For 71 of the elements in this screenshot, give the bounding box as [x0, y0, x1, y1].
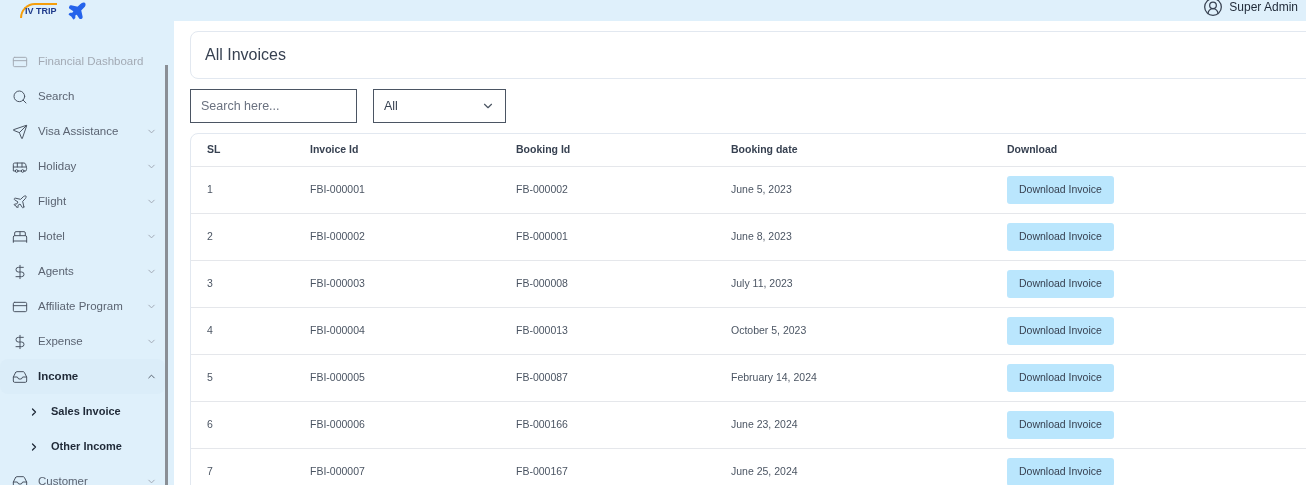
user-avatar-icon[interactable]	[1203, 0, 1224, 17]
table-cell-text: FB-000001	[516, 229, 569, 245]
table-cell-text: FB-000167	[516, 464, 569, 480]
table-cell-text: 4	[207, 323, 214, 339]
download-invoice-button[interactable]: Download Invoice	[1007, 317, 1114, 345]
inbox-icon	[12, 368, 28, 385]
table-cell-text: FB-000008	[516, 276, 569, 292]
table-cell-text: FBI-000003	[310, 276, 366, 292]
download-invoice-button[interactable]: Download Invoice	[1007, 176, 1114, 204]
sidebar-item[interactable]: Income	[0, 359, 165, 394]
table-cell-text: February 14, 2024	[731, 370, 818, 386]
airplane-icon	[12, 193, 28, 210]
table-cell-text: FBI-000002	[310, 229, 366, 245]
table-cell-text: 1	[207, 182, 214, 198]
column-header: Booking date	[731, 142, 799, 158]
dollar-icon	[12, 263, 28, 280]
chevron-down-icon	[146, 476, 157, 485]
sidebar-item[interactable]: Hotel	[0, 219, 165, 254]
table-cell-text: July 11, 2023	[731, 276, 794, 292]
table-cell-text: 3	[207, 276, 214, 292]
table-cell-text: FB-000087	[516, 370, 569, 386]
column-header: Download	[1007, 142, 1059, 158]
table-cell-text: FBI-000004	[310, 323, 366, 339]
sidebar-item[interactable]: Agents	[0, 254, 165, 289]
submenu-item[interactable]: Sales Invoice	[0, 394, 165, 429]
table-cell-text: June 23, 2024	[731, 417, 799, 433]
table-cell-text: October 5, 2023	[731, 323, 808, 339]
sidebar-item[interactable]: Expense	[0, 324, 165, 359]
table-cell-text: 6	[207, 417, 214, 433]
column-header: Invoice Id	[310, 142, 360, 158]
inbox-icon	[12, 473, 28, 485]
submenu-item[interactable]: Other Income	[0, 429, 165, 464]
column-header: SL	[207, 142, 222, 158]
sidebar-item[interactable]: Holiday	[0, 149, 165, 184]
search-icon	[12, 88, 28, 105]
search-field[interactable]: Search here...	[190, 89, 357, 123]
bed-icon	[12, 228, 28, 245]
brand-logo[interactable]: IV TRIP	[20, 3, 57, 18]
filter-dropdown[interactable]: All	[373, 89, 506, 123]
table-cell-text: FBI-000006	[310, 417, 366, 433]
table-cell-text: 2	[207, 229, 214, 245]
table-cell-text: FB-000002	[516, 182, 569, 198]
table-cell-text: FBI-000001	[310, 182, 366, 198]
sidebar-item[interactable]: Flight	[0, 184, 165, 219]
download-invoice-button[interactable]: Download Invoice	[1007, 270, 1114, 298]
scrollbar[interactable]	[165, 65, 168, 485]
table-cell-text: June 5, 2023	[731, 182, 793, 198]
table-cell-text: 7	[207, 464, 214, 480]
dollar-icon	[12, 333, 28, 350]
sidebar-item[interactable]: Customer	[0, 464, 165, 485]
download-invoice-button[interactable]: Download Invoice	[1007, 458, 1114, 485]
user-name[interactable]: Super Admin	[1229, 0, 1298, 16]
column-header: Booking Id	[516, 142, 572, 158]
paper-plane-icon	[12, 123, 28, 140]
table-cell-text: FB-000166	[516, 417, 569, 433]
submenu-label: Other Income	[51, 439, 122, 455]
sidebar-item[interactable]: Search	[0, 79, 165, 114]
download-invoice-button[interactable]: Download Invoice	[1007, 223, 1114, 251]
download-invoice-button[interactable]: Download Invoice	[1007, 364, 1114, 392]
sidebar-item[interactable]: Visa Assistance	[0, 114, 165, 149]
table-cell-text: FBI-000005	[310, 370, 366, 386]
table-cell-text: FBI-000007	[310, 464, 366, 480]
table-cell-text: FB-000013	[516, 323, 569, 339]
submenu-label: Sales Invoice	[51, 404, 121, 420]
table-cell-text: 5	[207, 370, 214, 386]
table-cell-text: June 8, 2023	[731, 229, 793, 245]
airplane-icon	[66, 0, 87, 21]
page-title: All Invoices	[205, 45, 286, 65]
table-cell-text: June 25, 2024	[731, 464, 799, 480]
sidebar-item[interactable]: Affiliate Program	[0, 289, 165, 324]
download-invoice-button[interactable]: Download Invoice	[1007, 411, 1114, 439]
